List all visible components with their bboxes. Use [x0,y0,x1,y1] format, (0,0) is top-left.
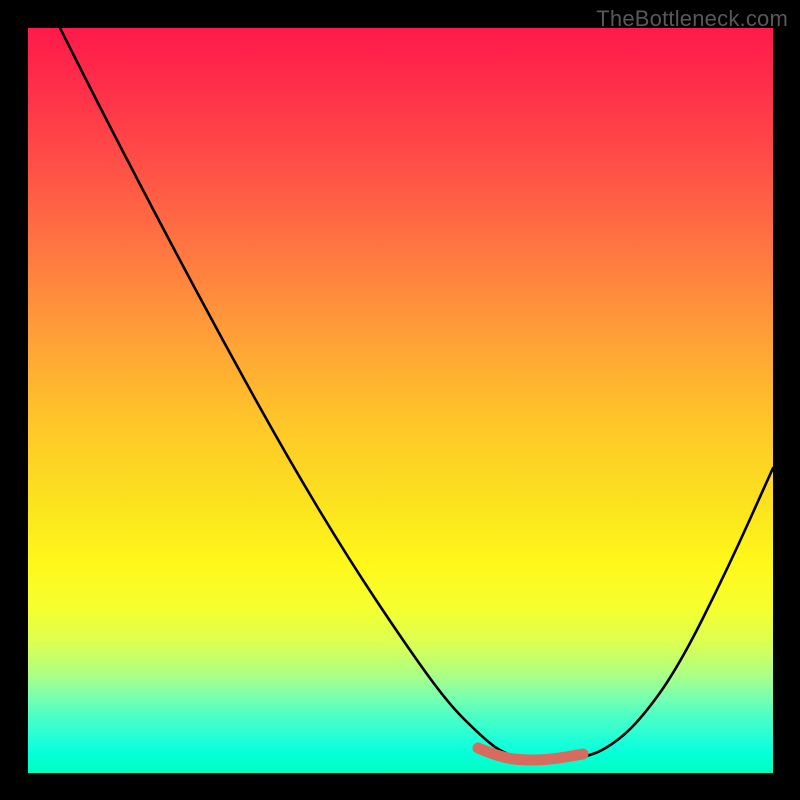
bottleneck-curve [28,28,773,773]
plot-area [28,28,773,773]
chart-frame: TheBottleneck.com [0,0,800,800]
watermark-text: TheBottleneck.com [596,6,788,32]
